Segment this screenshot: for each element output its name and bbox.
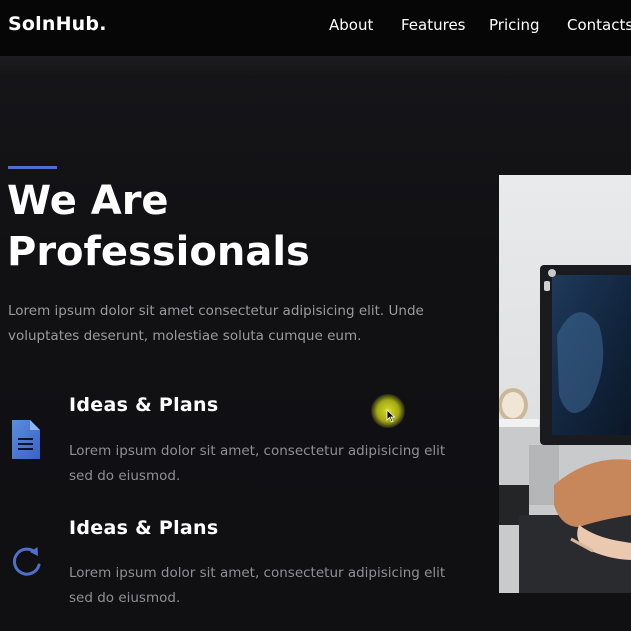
page: SolnHub. About Features Pricing Contacts… [0, 0, 631, 631]
navbar: SolnHub. About Features Pricing Contacts [0, 0, 631, 56]
nav-link-about[interactable]: About [329, 16, 373, 34]
nav-link-pricing[interactable]: Pricing [489, 16, 540, 34]
hero-image [499, 175, 631, 593]
feature-text-2: Lorem ipsum dolor sit amet, consectetur … [69, 565, 446, 606]
feature-text-1: Lorem ipsum dolor sit amet, consectetur … [69, 443, 446, 484]
nav-link-features[interactable]: Features [401, 16, 466, 34]
document-icon [9, 419, 42, 465]
header-shadow [0, 56, 631, 78]
hero-title: We Are Professionals [7, 176, 337, 278]
hero-description: Lorem ipsum dolor sit amet consectetur a… [8, 303, 424, 344]
mouse-pointer-icon [386, 408, 396, 427]
feature-title-2: Ideas & Plans [69, 517, 219, 539]
feature-title-1: Ideas & Plans [69, 394, 219, 416]
hero-title-line-1: We Are [7, 178, 169, 224]
nav-link-contacts[interactable]: Contacts [567, 16, 631, 34]
title-accent-line [8, 166, 57, 169]
hero-title-line-2: Professionals [7, 229, 310, 275]
refresh-icon [9, 543, 45, 583]
brand-logo[interactable]: SolnHub. [8, 13, 107, 35]
